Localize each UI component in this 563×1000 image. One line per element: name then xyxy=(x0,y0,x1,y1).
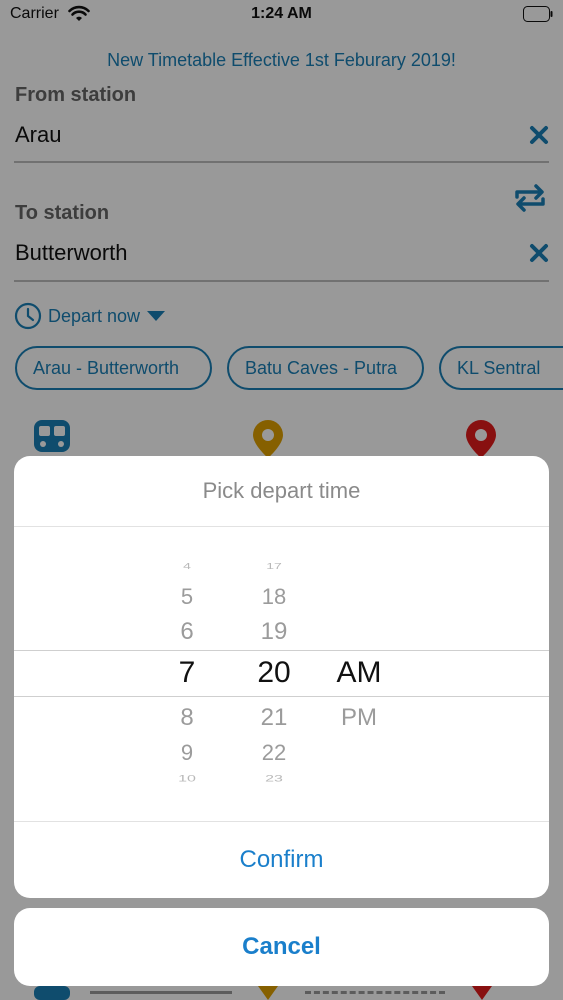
minute-option: 22 xyxy=(261,740,287,765)
cancel-button[interactable]: Cancel xyxy=(14,908,549,986)
hour-wheel[interactable]: 4 5 6 7 8 9 10 xyxy=(147,552,227,796)
minute-selected: 20 xyxy=(257,656,291,689)
hour-selected: 7 xyxy=(178,656,196,689)
hour-option: 4 xyxy=(183,561,191,571)
hour-option: 10 xyxy=(178,773,196,784)
time-picker-sheet: Pick depart time 4 5 6 7 8 9 10 17 18 19… xyxy=(14,456,549,898)
minute-option: 21 xyxy=(260,704,288,731)
hour-option: 9 xyxy=(180,740,194,765)
minute-wheel[interactable]: 17 18 19 20 21 22 23 xyxy=(234,552,314,796)
minute-option: 18 xyxy=(261,584,287,609)
cancel-sheet: Cancel xyxy=(14,908,549,986)
confirm-button[interactable]: Confirm xyxy=(14,822,549,898)
minute-option: 17 xyxy=(266,561,282,571)
hour-option: 6 xyxy=(180,618,194,645)
title-divider xyxy=(14,526,549,527)
hour-option: 8 xyxy=(180,704,194,731)
sheet-title: Pick depart time xyxy=(202,478,361,503)
minute-option: 19 xyxy=(260,618,288,645)
hour-option: 5 xyxy=(180,584,194,609)
period-selected: AM xyxy=(336,656,382,689)
period-option: PM xyxy=(341,704,377,731)
minute-option: 23 xyxy=(265,773,283,784)
period-wheel[interactable]: AM PM xyxy=(319,552,399,796)
